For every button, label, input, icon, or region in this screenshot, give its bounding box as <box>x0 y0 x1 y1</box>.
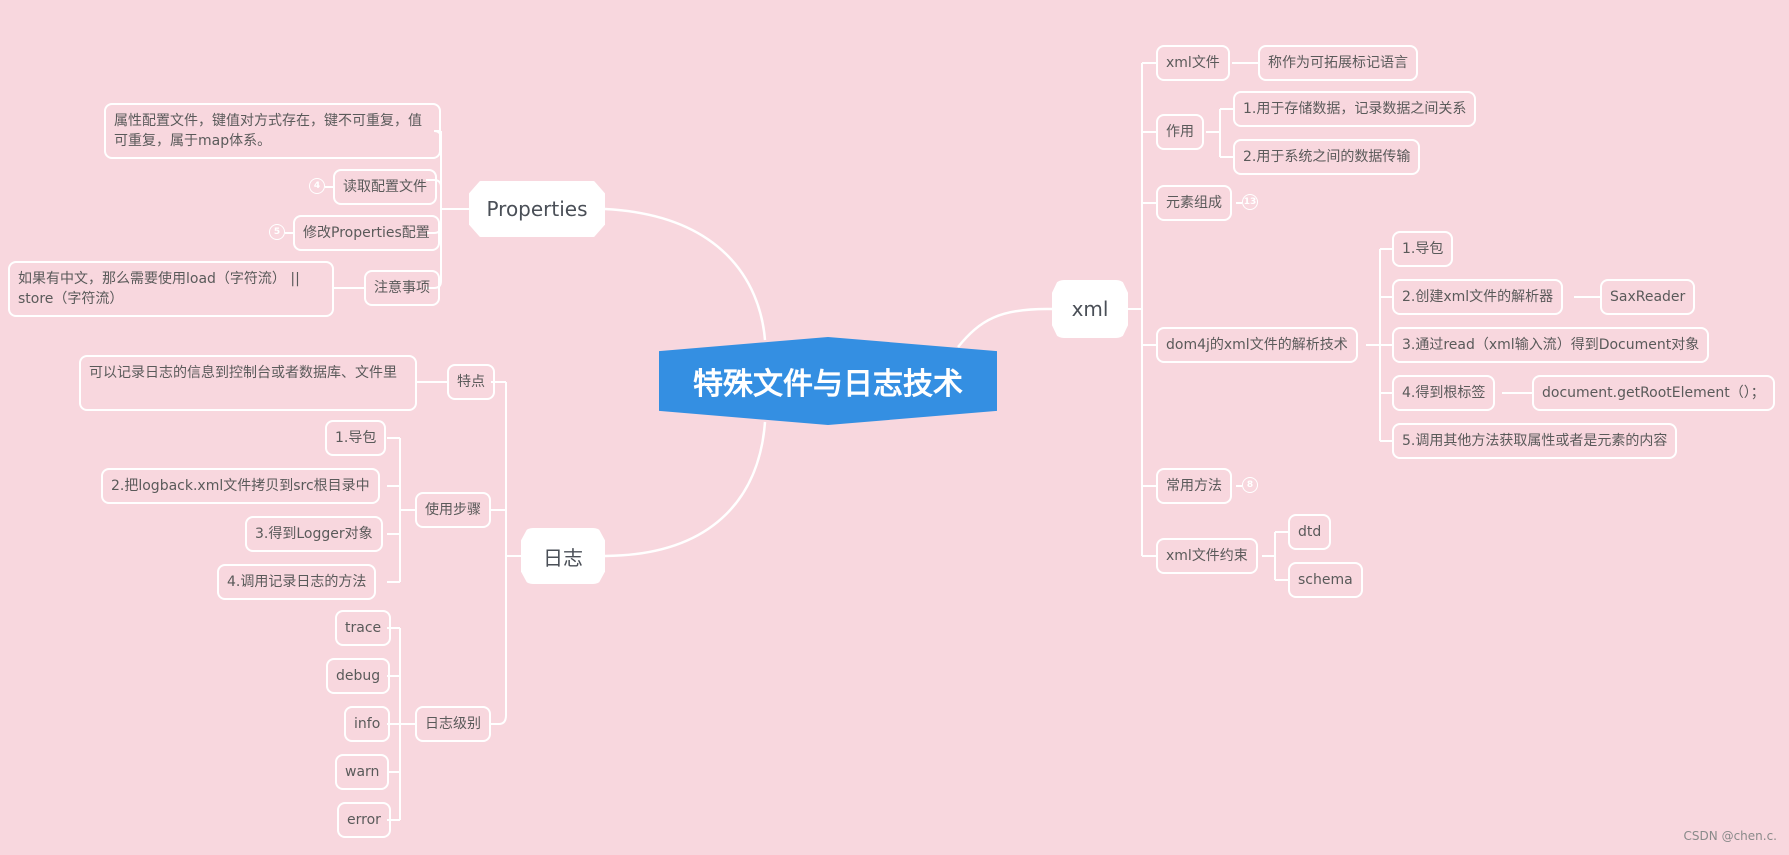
collapsed-count-badge[interactable]: 13 <box>1242 194 1258 210</box>
xml-file-detail[interactable]: 称作为可拓展标记语言 <box>1258 45 1418 81</box>
collapsed-count-badge[interactable]: 4 <box>309 178 325 194</box>
xml-methods[interactable]: 常用方法 <box>1156 468 1232 504</box>
connector-line <box>957 307 1053 348</box>
log-steps[interactable]: 使用步骤 <box>415 492 491 528</box>
topic-log[interactable]: 日志 <box>521 528 605 584</box>
dom4j-step[interactable]: 2.创建xml文件的解析器 <box>1392 279 1564 315</box>
connector-line <box>604 207 767 341</box>
log-level-item[interactable]: warn <box>335 754 390 790</box>
dom4j-step[interactable]: 3.通过read（xml输入流）得到Document对象 <box>1392 327 1710 363</box>
log-step-item[interactable]: 4.调用记录日志的方法 <box>217 564 377 600</box>
connector-line <box>604 421 767 558</box>
properties-description[interactable]: 属性配置文件，键值对方式存在，键不可重复，值可重复，属于map体系。 <box>104 103 441 159</box>
dom4j-step-detail[interactable]: SaxReader <box>1600 279 1696 315</box>
log-features[interactable]: 特点 <box>447 364 495 400</box>
dom4j-step[interactable]: 4.得到根标签 <box>1392 375 1496 411</box>
topic-xml[interactable]: xml <box>1052 280 1128 338</box>
properties-notes[interactable]: 注意事项 <box>364 270 440 306</box>
connector-line <box>491 714 507 725</box>
xml-dom4j[interactable]: dom4j的xml文件的解析技术 <box>1156 327 1358 363</box>
log-level-item[interactable]: error <box>337 802 391 838</box>
properties-modify-config[interactable]: 修改Properties配置 <box>293 215 440 251</box>
properties-notes-detail[interactable]: 如果有中文，那么需要使用load（字符流） || store（字符流） <box>8 261 334 317</box>
xml-purpose-item[interactable]: 2.用于系统之间的数据传输 <box>1233 139 1421 175</box>
xml-purpose[interactable]: 作用 <box>1156 114 1204 150</box>
log-level-item[interactable]: debug <box>326 658 391 694</box>
xml-purpose-item[interactable]: 1.用于存储数据，记录数据之间关系 <box>1233 91 1477 127</box>
dom4j-step-detail[interactable]: document.getRootElement（）； <box>1532 375 1775 411</box>
log-level-item[interactable]: trace <box>335 610 392 646</box>
xml-file[interactable]: xml文件 <box>1156 45 1230 81</box>
log-features-detail[interactable]: 可以记录日志的信息到控制台或者数据库、文件里 <box>79 355 417 411</box>
properties-read-config[interactable]: 读取配置文件 <box>333 169 437 205</box>
xml-constraints[interactable]: xml文件约束 <box>1156 538 1258 574</box>
collapsed-count-badge[interactable]: 5 <box>269 224 285 240</box>
collapsed-count-badge[interactable]: 8 <box>1242 477 1258 493</box>
dom4j-step[interactable]: 5.调用其他方法获取属性或者是元素的内容 <box>1392 423 1678 459</box>
log-step-item[interactable]: 3.得到Logger对象 <box>245 516 383 552</box>
central-topic[interactable]: 特殊文件与日志技术 <box>659 337 997 425</box>
log-levels[interactable]: 日志级别 <box>415 706 491 742</box>
log-step-item[interactable]: 2.把logback.xml文件拷贝到src根目录中 <box>101 468 380 504</box>
xml-elements[interactable]: 元素组成 <box>1156 185 1232 221</box>
constraint-item[interactable]: schema <box>1288 562 1363 598</box>
log-level-item[interactable]: info <box>344 706 391 742</box>
dom4j-step[interactable]: 1.导包 <box>1392 231 1454 267</box>
watermark: CSDN @chen.c. <box>1683 829 1777 843</box>
constraint-item[interactable]: dtd <box>1288 514 1332 550</box>
topic-properties[interactable]: Properties <box>469 181 605 237</box>
log-step-item[interactable]: 1.导包 <box>325 420 387 456</box>
